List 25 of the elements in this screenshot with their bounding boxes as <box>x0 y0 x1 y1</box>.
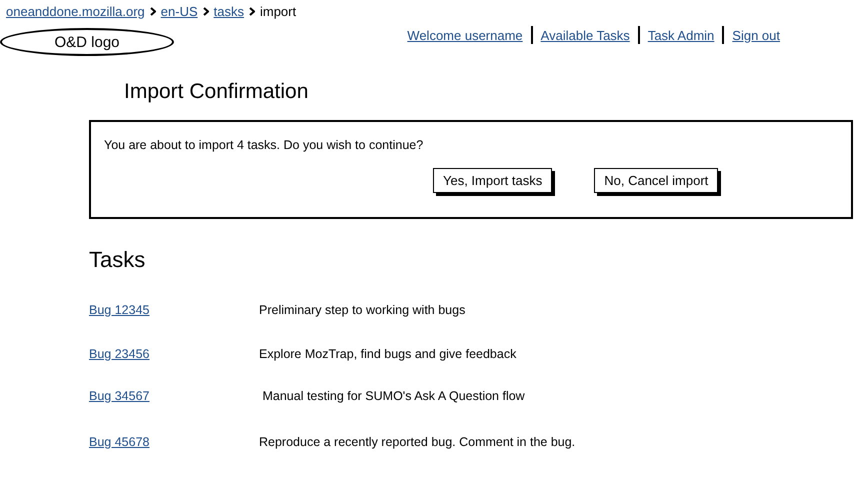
breadcrumb-link[interactable]: oneanddone.mozilla.org <box>6 4 145 19</box>
nav-link[interactable]: Task Admin <box>648 28 714 42</box>
bug-link[interactable]: Bug 23456 <box>89 347 150 361</box>
confirm-button[interactable]: Yes, Import tasks <box>433 168 552 193</box>
logo: O&D logo <box>0 28 174 56</box>
nav-link[interactable]: Available Tasks <box>540 28 630 42</box>
page-title: Import Confirmation <box>124 80 310 104</box>
confirmation-message: You are about to import 4 tasks. Do you wish to continue? <box>104 138 424 152</box>
bug-link[interactable]: Bug 34567 <box>89 389 150 403</box>
cancel-button[interactable]: No, Cancel import <box>594 168 718 193</box>
breadcrumb-link[interactable]: en-US <box>160 4 198 19</box>
breadcrumb-current: import <box>260 4 296 19</box>
breadcrumb-link[interactable]: tasks <box>214 4 244 19</box>
bug-link[interactable]: Bug 45678 <box>89 435 150 449</box>
bug-link[interactable]: Bug 12345 <box>89 303 150 317</box>
task-description: Preliminary step to working with bugs <box>259 303 466 317</box>
task-description: Explore MozTrap, find bugs and give feedback <box>259 347 516 361</box>
chevron-icon <box>202 7 209 16</box>
chevron-icon <box>150 7 156 16</box>
section-heading: Tasks <box>89 247 146 273</box>
task-description: Reproduce a recently reported bug. Comment in the bug. <box>259 435 576 449</box>
nav-link[interactable]: Sign out <box>732 28 780 42</box>
chevron-icon <box>248 7 255 16</box>
nav-link[interactable]: Welcome username <box>407 28 523 42</box>
task-description: Manual testing for SUMO's Ask A Question flow <box>261 389 525 403</box>
